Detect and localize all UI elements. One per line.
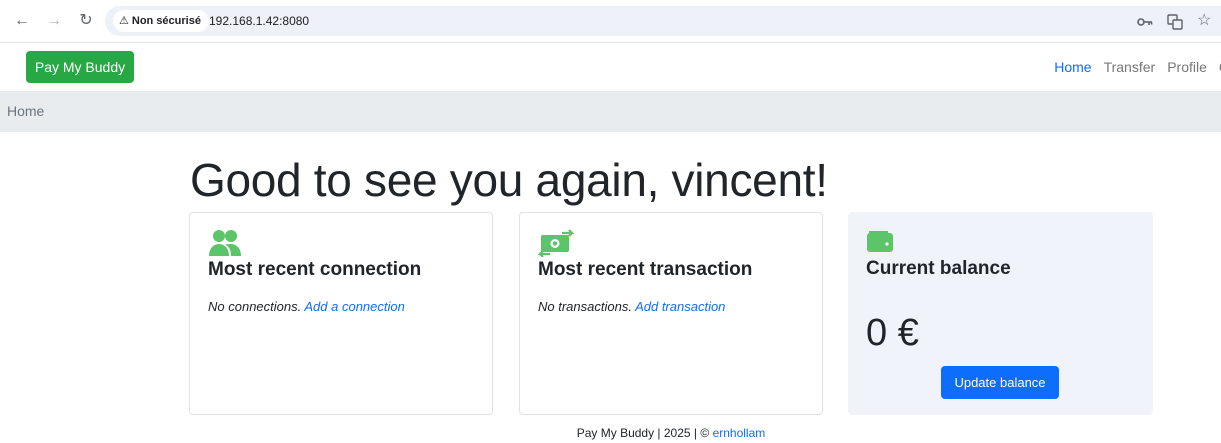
footer-text: Pay My Buddy | 2025 | ©	[576, 426, 710, 440]
recent-transaction-card: Most recent transaction No transactions.…	[519, 212, 823, 415]
back-arrow-icon[interactable]: ←	[12, 11, 32, 31]
money-exchange-icon	[537, 229, 575, 262]
card-empty-text: No connections. Add a connection	[208, 299, 405, 314]
security-label: Non sécurisé	[131, 15, 201, 27]
update-balance-button[interactable]: Update balance	[941, 366, 1059, 399]
security-chip[interactable]: ⚠ Non sécurisé	[113, 10, 209, 32]
breadcrumb-current: Home	[7, 103, 45, 119]
no-connections-text: No connections.	[208, 299, 302, 314]
page-title: Good to see you again, vincent!	[190, 154, 828, 206]
wallet-icon	[866, 228, 894, 259]
key-icon[interactable]	[1137, 6, 1153, 36]
bookmark-star-icon[interactable]: ☆	[1197, 6, 1211, 36]
reload-icon[interactable]: ↻	[76, 11, 96, 31]
url-text: 192.168.1.42:8080	[209, 14, 310, 28]
users-icon	[208, 229, 242, 262]
card-title: Most recent transaction	[538, 259, 753, 280]
translate-icon[interactable]	[1167, 6, 1183, 36]
footer: Pay My Buddy | 2025 | © ernhollam	[0, 426, 1221, 440]
forward-arrow-icon[interactable]: →	[44, 11, 64, 31]
nav-link-profile[interactable]: Profile	[1167, 59, 1207, 75]
recent-connection-card: Most recent connection No connections. A…	[189, 212, 493, 415]
add-transaction-link[interactable]: Add transaction	[635, 299, 725, 314]
nav-link-transfer[interactable]: Transfer	[1104, 59, 1156, 75]
nav-link-home[interactable]: Home	[1054, 59, 1091, 75]
app-navbar: Pay My Buddy Home Transfer Profile C	[0, 43, 1221, 91]
card-title: Current balance	[866, 258, 1011, 279]
nav-links: Home Transfer Profile C	[1054, 43, 1221, 91]
warning-icon: ⚠	[119, 15, 129, 27]
card-empty-text: No transactions. Add transaction	[538, 299, 725, 314]
no-transactions-text: No transactions.	[538, 299, 632, 314]
brand-button[interactable]: Pay My Buddy	[26, 51, 134, 83]
breadcrumb: Home	[0, 91, 1221, 132]
card-title: Most recent connection	[208, 259, 422, 280]
add-connection-link[interactable]: Add a connection	[304, 299, 404, 314]
author-link[interactable]: ernhollam	[713, 426, 766, 440]
browser-toolbar: ← → ↻ ⚠ Non sécurisé 192.168.1.42:8080 ☆	[0, 0, 1221, 43]
current-balance-card: Current balance 0 € Update balance	[848, 212, 1153, 415]
balance-value: 0 €	[866, 312, 919, 354]
address-bar[interactable]: ⚠ Non sécurisé 192.168.1.42:8080 ☆	[105, 6, 1221, 36]
